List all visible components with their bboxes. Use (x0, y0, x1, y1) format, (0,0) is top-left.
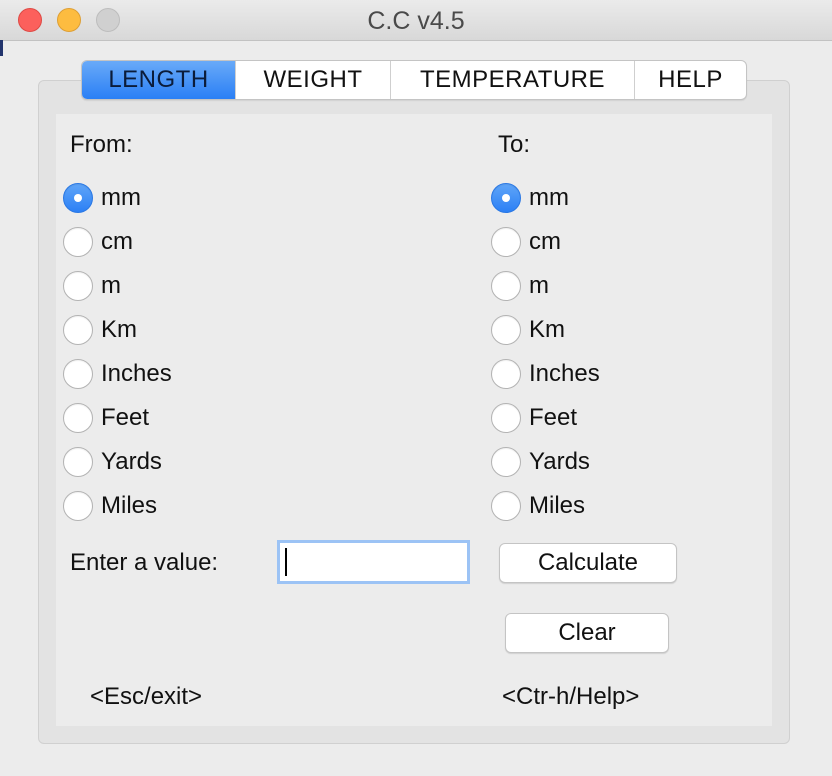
radio-button[interactable] (63, 315, 93, 345)
radio-button[interactable] (491, 359, 521, 389)
exit-shortcut-hint: <Esc/exit> (90, 683, 203, 710)
tab-length[interactable]: LENGTH (82, 61, 236, 99)
radio-button[interactable] (491, 491, 521, 521)
to-option-km[interactable]: Km (491, 312, 565, 348)
tab-bar: LENGTH WEIGHT TEMPERATURE HELP (81, 60, 747, 100)
radio-button[interactable] (491, 315, 521, 345)
from-option-cm[interactable]: cm (63, 224, 133, 260)
radio-label: Feet (101, 404, 150, 431)
radio-label: Yards (101, 448, 162, 475)
radio-label: m (529, 272, 549, 299)
radio-label: Km (529, 316, 565, 343)
from-option-inches[interactable]: Inches (63, 356, 172, 392)
text-caret (285, 548, 287, 576)
from-option-feet[interactable]: Feet (63, 400, 149, 436)
from-option-miles[interactable]: Miles (63, 488, 157, 524)
radio-label: cm (101, 228, 133, 255)
radio-label: Miles (101, 492, 158, 519)
radio-label: mm (529, 184, 569, 211)
clear-button[interactable]: Clear (505, 613, 669, 653)
from-heading: From: (70, 131, 133, 158)
from-option-m[interactable]: m (63, 268, 121, 304)
radio-label: m (101, 272, 121, 299)
radio-label: Inches (101, 360, 172, 387)
radio-button[interactable] (491, 227, 521, 257)
to-option-yards[interactable]: Yards (491, 444, 590, 480)
radio-button[interactable] (63, 447, 93, 477)
radio-label: Km (101, 316, 137, 343)
radio-button[interactable] (491, 271, 521, 301)
radio-label: Miles (529, 492, 586, 519)
window-edge-mark (0, 40, 3, 56)
from-option-mm[interactable]: mm (63, 180, 141, 216)
app-window: C.C v4.5 LENGTH WEIGHT TEMPERATURE HELP … (0, 0, 832, 776)
to-option-inches[interactable]: Inches (491, 356, 600, 392)
radio-label: Yards (529, 448, 590, 475)
to-option-m[interactable]: m (491, 268, 549, 304)
to-option-miles[interactable]: Miles (491, 488, 585, 524)
radio-button[interactable] (63, 183, 93, 213)
window-title: C.C v4.5 (367, 7, 465, 35)
value-input[interactable] (277, 540, 470, 584)
radio-button[interactable] (63, 271, 93, 301)
to-option-feet[interactable]: Feet (491, 400, 577, 436)
tab-temperature[interactable]: TEMPERATURE (391, 61, 635, 99)
tab-help[interactable]: HELP (635, 61, 746, 99)
radio-label: Inches (529, 360, 600, 387)
value-label: Enter a value: (70, 549, 219, 576)
to-option-mm[interactable]: mm (491, 180, 569, 216)
radio-button[interactable] (491, 447, 521, 477)
radio-label: Feet (529, 404, 578, 431)
radio-label: mm (101, 184, 141, 211)
radio-button[interactable] (63, 403, 93, 433)
to-option-cm[interactable]: cm (491, 224, 561, 260)
tab-weight[interactable]: WEIGHT (236, 61, 391, 99)
to-heading: To: (498, 131, 531, 158)
title-bar: C.C v4.5 (0, 0, 832, 41)
radio-button[interactable] (63, 359, 93, 389)
radio-button[interactable] (491, 403, 521, 433)
radio-button[interactable] (63, 491, 93, 521)
from-option-yards[interactable]: Yards (63, 444, 162, 480)
calculate-button[interactable]: Calculate (499, 543, 677, 583)
from-option-km[interactable]: Km (63, 312, 137, 348)
radio-button[interactable] (491, 183, 521, 213)
help-shortcut-hint: <Ctr-h/Help> (502, 683, 640, 710)
radio-label: cm (529, 228, 561, 255)
radio-button[interactable] (63, 227, 93, 257)
